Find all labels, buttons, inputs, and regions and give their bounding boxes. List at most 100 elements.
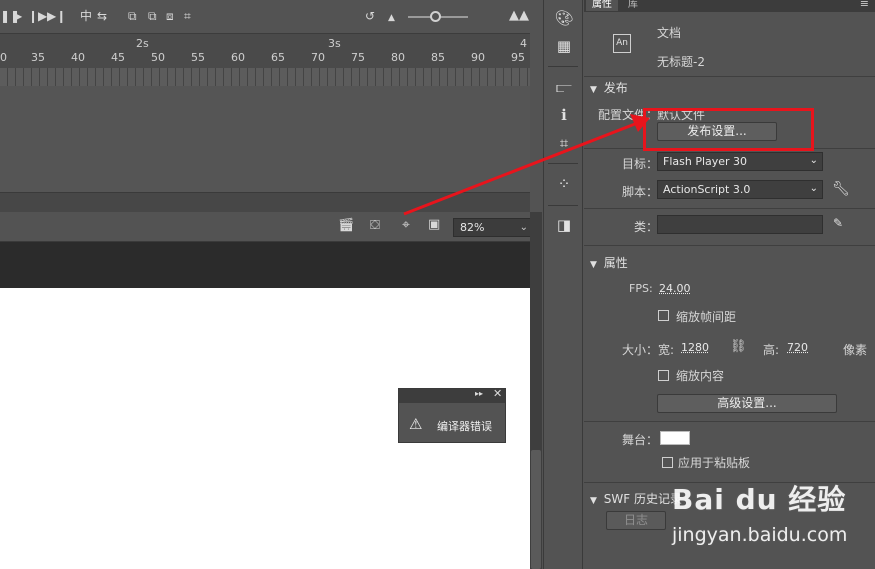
frame-label: 0 bbox=[0, 51, 7, 64]
close-icon[interactable]: ✕ bbox=[493, 387, 502, 400]
warning-icon: ⚠ bbox=[409, 415, 423, 433]
class-input[interactable] bbox=[657, 215, 823, 234]
frame-label: 35 bbox=[31, 51, 45, 64]
divider bbox=[548, 163, 578, 164]
frame-label: 60 bbox=[231, 51, 245, 64]
document-type-label: 文档 bbox=[657, 26, 682, 40]
color-palette-icon[interactable]: 🎨︎ bbox=[554, 8, 574, 28]
align-icon[interactable]: ⫍ bbox=[554, 77, 574, 97]
link-icon[interactable]: ⛓︎ bbox=[730, 339, 747, 354]
swf-history-section-header[interactable]: ▼ SWF 历史记录 bbox=[590, 490, 682, 507]
frame-label: 40 bbox=[71, 51, 85, 64]
stage-label: 舞台： bbox=[622, 433, 659, 447]
properties-section-header[interactable]: ▼ 属性 bbox=[590, 254, 628, 271]
divider bbox=[548, 66, 578, 67]
zoom-value: 82% bbox=[460, 221, 485, 234]
chevron-down-icon: ⌄ bbox=[809, 155, 818, 166]
scrollbar-thumb[interactable] bbox=[531, 450, 541, 569]
document-icon: An bbox=[613, 34, 631, 53]
timeline-toolbar: ❚❚ ▶ ❙▶ ▶❙ 中 ⇆ ⧉ ⧉ ⧈ ⌗ ↺ ▲ ▲▲ bbox=[0, 0, 530, 34]
watermark-brand: Bai du 经验 bbox=[672, 483, 847, 516]
frame-label: 75 bbox=[351, 51, 365, 64]
zoom-in-large-icon[interactable]: ▲▲ bbox=[509, 9, 529, 23]
swf-history-title: SWF 历史记录 bbox=[603, 492, 682, 506]
clip-content-icon[interactable]: ▣ bbox=[428, 218, 440, 232]
collapse-triangle-icon: ▼ bbox=[590, 496, 597, 506]
scale-interval-checkbox[interactable] bbox=[658, 310, 669, 321]
fps-value[interactable]: 24.00 bbox=[659, 282, 691, 295]
divider bbox=[584, 245, 875, 246]
scale-content-label: 缩放内容 bbox=[676, 369, 725, 383]
unit-label: 像素 bbox=[843, 343, 868, 357]
width-label: 宽: bbox=[658, 343, 675, 357]
divider bbox=[584, 76, 875, 77]
scale-content-checkbox[interactable] bbox=[658, 370, 669, 381]
frame-label: 70 bbox=[311, 51, 325, 64]
class-label: 类： bbox=[634, 220, 659, 234]
stage-color-swatch[interactable] bbox=[660, 431, 690, 445]
components-icon[interactable]: ⁘ bbox=[554, 174, 574, 194]
width-value[interactable]: 1280 bbox=[681, 341, 709, 354]
publish-section-header[interactable]: ▼ 发布 bbox=[590, 79, 628, 96]
target-value: Flash Player 30 bbox=[663, 155, 748, 168]
tab-library[interactable]: 库 bbox=[622, 0, 644, 11]
step-forward-icon[interactable]: ❙▶ bbox=[28, 9, 47, 23]
zoom-out-small-icon[interactable]: ▲ bbox=[388, 11, 395, 25]
play-icon[interactable]: ▶ bbox=[13, 9, 22, 23]
frame-label: 95 bbox=[511, 51, 525, 64]
divider bbox=[584, 208, 875, 209]
timeline-ruler: 2s 3s 4 0 35 40 45 50 55 60 65 70 75 80 … bbox=[0, 34, 530, 68]
frame-label: 80 bbox=[391, 51, 405, 64]
height-value[interactable]: 720 bbox=[787, 341, 808, 354]
script-select[interactable]: ActionScript 3.0 ⌄ bbox=[657, 180, 823, 199]
go-to-end-icon[interactable]: ▶❙ bbox=[47, 9, 66, 23]
panel-menu-icon[interactable]: ≡ bbox=[860, 0, 869, 10]
log-button[interactable]: 日志 bbox=[606, 511, 666, 530]
watermark-url: jingyan.baidu.com bbox=[672, 524, 848, 546]
undo-icon[interactable]: ↺ bbox=[365, 9, 375, 23]
chevron-down-icon: ⌄ bbox=[519, 222, 528, 233]
compiler-errors-panel[interactable]: ▸▸ ✕ ⚠ 编译器错误 bbox=[398, 387, 506, 443]
onion-outline-icon[interactable]: ⧉ bbox=[148, 9, 157, 23]
onion-skin-icon[interactable]: ⧉ bbox=[128, 9, 137, 23]
center-stage-icon[interactable]: ⌖ bbox=[402, 218, 410, 232]
timeline-footer bbox=[0, 192, 530, 212]
info-icon[interactable]: ℹ bbox=[554, 105, 574, 125]
publish-section-title: 发布 bbox=[603, 81, 628, 95]
compiler-errors-label[interactable]: 编译器错误 bbox=[437, 418, 492, 434]
paint-bucket-icon[interactable]: ⛋ bbox=[370, 219, 380, 233]
panel-tabs: 属性 库 ≡ bbox=[584, 0, 875, 12]
document-name: 无标题-2 bbox=[657, 55, 705, 69]
second-label: 4 bbox=[520, 37, 527, 50]
pencil-icon[interactable]: ✎ bbox=[833, 216, 843, 230]
second-label: 2s bbox=[136, 37, 149, 50]
frame-label: 65 bbox=[271, 51, 285, 64]
loop-icon[interactable]: ⇆ bbox=[97, 9, 107, 23]
tab-properties[interactable]: 属性 bbox=[586, 0, 618, 11]
edit-multiple-frames-icon[interactable]: ⧈ bbox=[166, 9, 174, 23]
collapse-triangle-icon: ▼ bbox=[590, 85, 597, 95]
transform-icon[interactable]: ⌗ bbox=[554, 133, 574, 153]
code-snippets-icon[interactable]: ◨ bbox=[554, 215, 574, 235]
scale-interval-label: 缩放帧间距 bbox=[676, 310, 737, 324]
advanced-settings-button[interactable]: 高级设置... bbox=[657, 394, 837, 413]
apply-pasteboard-checkbox[interactable] bbox=[662, 457, 673, 468]
center-frame-icon[interactable]: 中 bbox=[80, 9, 92, 23]
swatches-icon[interactable]: ▦ bbox=[554, 36, 574, 56]
script-value: ActionScript 3.0 bbox=[663, 183, 751, 196]
pasteboard bbox=[0, 242, 530, 288]
wrench-icon[interactable]: 🔧︎ bbox=[832, 181, 850, 197]
slider-thumb[interactable] bbox=[430, 11, 441, 22]
divider bbox=[584, 421, 875, 422]
frames-row[interactable] bbox=[0, 68, 530, 86]
collapse-icon[interactable]: ▸▸ bbox=[475, 389, 483, 398]
timeline-layers-area[interactable] bbox=[0, 86, 530, 192]
annotation-highlight-box bbox=[643, 108, 814, 151]
clapper-icon[interactable]: 🎬︎ bbox=[338, 219, 355, 233]
zoom-select[interactable]: 82% ⌄ bbox=[453, 218, 533, 237]
frame-label: 50 bbox=[151, 51, 165, 64]
target-select[interactable]: Flash Player 30 ⌄ bbox=[657, 152, 823, 171]
panel-header[interactable]: ▸▸ ✕ bbox=[399, 387, 505, 403]
properties-section-title: 属性 bbox=[603, 256, 628, 270]
modify-markers-icon[interactable]: ⌗ bbox=[184, 9, 191, 23]
